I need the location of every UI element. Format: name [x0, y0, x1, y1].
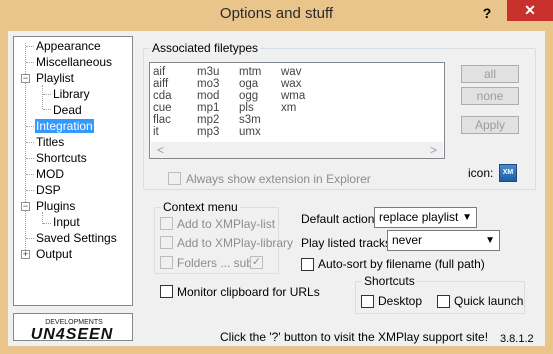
- playlist-collapse-icon[interactable]: −: [21, 74, 30, 83]
- help-button[interactable]: ?: [478, 2, 496, 24]
- scroll-right-icon[interactable]: >: [430, 143, 437, 157]
- tree-item-titles[interactable]: Titles: [36, 134, 64, 150]
- tree-item-dsp[interactable]: DSP: [36, 182, 61, 198]
- filetype-column-4[interactable]: wav wax wma xm: [281, 66, 305, 114]
- logo-graphic: DEVELOPMENTS UN4SEEN: [14, 314, 132, 341]
- auto-sort-label: Auto-sort by filename (full path): [318, 257, 485, 271]
- close-button[interactable]: ✕: [507, 0, 553, 21]
- shortcuts-title: Shortcuts: [362, 274, 417, 288]
- tree-item-playlist[interactable]: Playlist: [36, 70, 74, 86]
- sub-folders-checkbox[interactable]: ✓: [250, 256, 263, 269]
- auto-sort-checkbox[interactable]: [301, 258, 314, 271]
- monitor-clipboard-label: Monitor clipboard for URLs: [177, 285, 320, 299]
- support-hint: Click the '?' button to visit the XMPlay…: [220, 330, 489, 344]
- tree-item-shortcuts[interactable]: Shortcuts: [36, 150, 87, 166]
- add-to-library-checkbox[interactable]: [160, 236, 173, 249]
- logo-subtext: DEVELOPMENTS: [45, 319, 103, 326]
- title-bar: Options and stuff ? ✕: [0, 0, 553, 30]
- play-listed-select[interactable]: never ▼: [387, 230, 500, 251]
- tree-item-mod[interactable]: MOD: [36, 166, 64, 182]
- default-action-select[interactable]: replace playlist ▼: [374, 207, 477, 228]
- quick-launch-checkbox[interactable]: [437, 295, 450, 308]
- add-to-list-label: Add to XMPlay-list: [177, 217, 276, 231]
- always-show-extension-checkbox[interactable]: [168, 172, 181, 185]
- default-action-label: Default action:: [301, 212, 378, 226]
- tree-item-saved-settings[interactable]: Saved Settings: [36, 230, 117, 246]
- add-to-library-label: Add to XMPlay-library: [177, 236, 294, 250]
- folders-checkbox[interactable]: [160, 256, 173, 269]
- quick-launch-label: Quick launch: [454, 294, 524, 308]
- always-show-extension-label: Always show extension in Explorer: [186, 172, 371, 186]
- apply-button[interactable]: Apply: [461, 116, 519, 134]
- logo-text: UN4SEEN: [31, 326, 114, 341]
- chevron-down-icon: ▼: [462, 212, 472, 223]
- assoc-filetypes-title: Associated filetypes: [150, 41, 261, 55]
- options-tree[interactable]: Appearance Miscellaneous − Playlist Libr…: [13, 36, 133, 306]
- dialog-client: Appearance Miscellaneous − Playlist Libr…: [8, 31, 545, 346]
- tree-item-output[interactable]: Output: [36, 246, 72, 262]
- version-label: 3.8.1.2: [500, 333, 534, 345]
- tree-item-dead[interactable]: Dead: [53, 102, 82, 118]
- play-listed-label: Play listed tracks:: [301, 236, 395, 250]
- scroll-left-icon[interactable]: <: [157, 143, 164, 157]
- filetype-column-3[interactable]: mtm oga ogg pls s3m umx: [239, 66, 261, 138]
- folders-label: Folders ... sub: [177, 256, 254, 270]
- filetypes-list[interactable]: aif aiff cda cue flac it m3u mo3 mod mp1 mp2 mp3 m…: [149, 62, 445, 159]
- options-window: Options and stuff ? ✕ Appearance Miscell…: [0, 0, 553, 354]
- filetype-column-2[interactable]: m3u mo3 mod mp1 mp2 mp3: [197, 66, 219, 138]
- tree-item-plugins[interactable]: Plugins: [36, 198, 75, 214]
- filetype-column-1[interactable]: aif aiff cda cue flac it: [153, 66, 172, 138]
- add-to-list-checkbox[interactable]: [160, 217, 173, 230]
- tree-item-appearance[interactable]: Appearance: [36, 38, 101, 54]
- window-title: Options and stuff: [219, 5, 334, 22]
- tree-item-library[interactable]: Library: [53, 86, 90, 102]
- plugins-collapse-icon[interactable]: −: [21, 202, 30, 211]
- chevron-down-icon: ▼: [485, 235, 495, 246]
- tree-item-input[interactable]: Input: [53, 214, 80, 230]
- icon-label: icon:: [468, 166, 494, 180]
- context-menu-title: Context menu: [161, 200, 240, 214]
- xm-file-icon[interactable]: XM: [499, 164, 517, 182]
- un4seen-logo: DEVELOPMENTS UN4SEEN: [13, 313, 133, 341]
- all-button[interactable]: all: [461, 65, 519, 83]
- none-button[interactable]: none: [461, 87, 519, 105]
- monitor-clipboard-checkbox[interactable]: [160, 285, 173, 298]
- desktop-shortcut-checkbox[interactable]: [361, 295, 374, 308]
- tree-item-integration[interactable]: Integration: [35, 118, 94, 134]
- tree-item-miscellaneous[interactable]: Miscellaneous: [36, 54, 112, 70]
- desktop-shortcut-label: Desktop: [378, 294, 423, 308]
- output-expand-icon[interactable]: +: [21, 250, 30, 259]
- filetypes-hscrollbar[interactable]: < >: [151, 142, 443, 158]
